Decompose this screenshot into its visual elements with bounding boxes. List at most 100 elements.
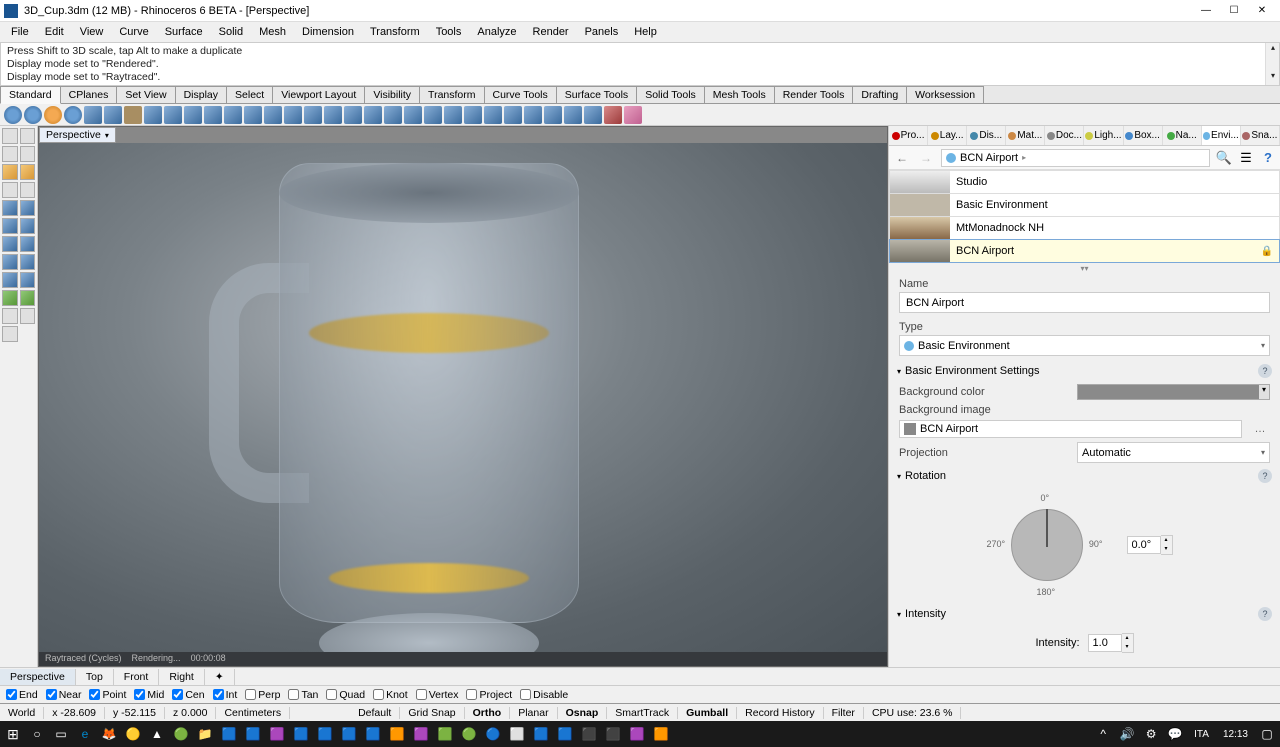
- status-units[interactable]: Centimeters: [216, 707, 290, 719]
- tool-icon[interactable]: [484, 106, 502, 124]
- tool-icon[interactable]: [104, 106, 122, 124]
- tool-icon[interactable]: [24, 106, 42, 124]
- viewport-label[interactable]: Perspective ▾: [39, 127, 116, 143]
- osnap-quad[interactable]: Quad: [326, 689, 365, 701]
- status-layer[interactable]: Default: [350, 707, 400, 719]
- tab-rendertools[interactable]: Render Tools: [774, 86, 854, 103]
- menu-mesh[interactable]: Mesh: [252, 24, 293, 40]
- tool-icon[interactable]: [244, 106, 262, 124]
- tool-icon[interactable]: [20, 128, 36, 144]
- tab-visibility[interactable]: Visibility: [364, 86, 420, 103]
- command-history[interactable]: Press Shift to 3D scale, tap Alt to make…: [0, 42, 1280, 86]
- tool-icon[interactable]: [44, 106, 62, 124]
- tray-icon[interactable]: 💬: [1164, 723, 1186, 745]
- tab-drafting[interactable]: Drafting: [852, 86, 907, 103]
- search-icon[interactable]: 🔍: [1216, 150, 1232, 166]
- viewport[interactable]: Perspective ▾ Raytraced (Cycles) Renderi…: [38, 126, 888, 667]
- rotation-spinner[interactable]: ▴▾: [1127, 535, 1173, 555]
- help-icon[interactable]: ?: [1258, 607, 1272, 621]
- tool-icon[interactable]: [564, 106, 582, 124]
- tool-icon[interactable]: [324, 106, 342, 124]
- tray-icon[interactable]: 🔊: [1116, 723, 1138, 745]
- tray-lang[interactable]: ITA: [1188, 729, 1215, 740]
- task-icon[interactable]: 🟪: [266, 723, 288, 745]
- tab-cplanes[interactable]: CPlanes: [60, 86, 118, 103]
- tool-icon[interactable]: [504, 106, 522, 124]
- tool-icon[interactable]: [284, 106, 302, 124]
- task-icon[interactable]: 🟢: [458, 723, 480, 745]
- menu-tools[interactable]: Tools: [429, 24, 469, 40]
- tool-icon[interactable]: [2, 218, 18, 234]
- toggle-gumball[interactable]: Gumball: [678, 707, 737, 719]
- rotation-dial[interactable]: 0° 90° 180° 270°: [997, 495, 1097, 595]
- tool-icon[interactable]: [204, 106, 222, 124]
- osnap-tan[interactable]: Tan: [288, 689, 318, 701]
- help-icon[interactable]: ?: [1258, 364, 1272, 378]
- task-icon[interactable]: e: [74, 723, 96, 745]
- spinner-buttons[interactable]: ▴▾: [1122, 633, 1134, 653]
- osnap-point[interactable]: Point: [89, 689, 126, 701]
- osnap-end[interactable]: End: [6, 689, 38, 701]
- panel-tab-lights[interactable]: Ligh...: [1084, 126, 1123, 145]
- tab-display[interactable]: Display: [175, 86, 227, 103]
- task-icon[interactable]: 🟩: [434, 723, 456, 745]
- menu-dimension[interactable]: Dimension: [295, 24, 361, 40]
- tray-notifications[interactable]: ▢: [1256, 723, 1278, 745]
- bgcolor-swatch[interactable]: ▾: [1077, 384, 1270, 400]
- panel-tab-boxedit[interactable]: Box...: [1124, 126, 1163, 145]
- tool-icon[interactable]: [20, 164, 36, 180]
- tool-icon[interactable]: [2, 290, 18, 306]
- menu-view[interactable]: View: [73, 24, 111, 40]
- tab-viewportlayout[interactable]: Viewport Layout: [272, 86, 365, 103]
- tool-icon[interactable]: [2, 236, 18, 252]
- toggle-osnap[interactable]: Osnap: [558, 707, 608, 719]
- menu-render[interactable]: Render: [526, 24, 576, 40]
- vptab-right[interactable]: Right: [159, 669, 205, 685]
- osnap-vertex[interactable]: Vertex: [416, 689, 459, 701]
- task-icon[interactable]: 🟦: [554, 723, 576, 745]
- menu-curve[interactable]: Curve: [112, 24, 155, 40]
- menu-solid[interactable]: Solid: [212, 24, 250, 40]
- osnap-knot[interactable]: Knot: [373, 689, 408, 701]
- tool-icon[interactable]: [20, 290, 36, 306]
- toggle-recordhistory[interactable]: Record History: [737, 707, 823, 719]
- intensity-spinner[interactable]: ▴▾: [1088, 633, 1134, 653]
- help-icon[interactable]: ?: [1258, 469, 1272, 483]
- osnap-disable[interactable]: Disable: [520, 689, 568, 701]
- tool-icon[interactable]: [20, 146, 36, 162]
- tool-icon[interactable]: [2, 326, 18, 342]
- vptab-front[interactable]: Front: [114, 669, 160, 685]
- menu-surface[interactable]: Surface: [158, 24, 210, 40]
- panel-tab-named[interactable]: Na...: [1163, 126, 1202, 145]
- tray-up-icon[interactable]: ^: [1092, 723, 1114, 745]
- tool-icon[interactable]: [2, 146, 18, 162]
- task-icon[interactable]: ▭: [50, 723, 72, 745]
- nav-forward-button[interactable]: →: [917, 149, 935, 167]
- tool-icon[interactable]: [464, 106, 482, 124]
- section-intensity[interactable]: ▾ Intensity ?: [889, 603, 1280, 625]
- section-basic-env-settings[interactable]: ▾ Basic Environment Settings ?: [889, 360, 1280, 382]
- task-icon[interactable]: 🟦: [338, 723, 360, 745]
- status-cplane[interactable]: World: [0, 707, 44, 719]
- environment-item-basic[interactable]: Basic Environment: [889, 193, 1280, 217]
- help-icon[interactable]: ?: [1260, 150, 1276, 166]
- panel-tab-layers[interactable]: Lay...: [928, 126, 967, 145]
- intensity-input[interactable]: [1088, 634, 1122, 652]
- panel-tab-snapshots[interactable]: Sna...: [1241, 126, 1280, 145]
- section-rotation[interactable]: ▾ Rotation ?: [889, 465, 1280, 487]
- panel-tab-display[interactable]: Dis...: [967, 126, 1006, 145]
- toggle-planar[interactable]: Planar: [510, 707, 557, 719]
- toggle-smarttrack[interactable]: SmartTrack: [607, 707, 678, 719]
- toggle-ortho[interactable]: Ortho: [465, 707, 511, 719]
- tool-icon[interactable]: [624, 106, 642, 124]
- tool-icon[interactable]: [444, 106, 462, 124]
- task-icon[interactable]: 🦊: [98, 723, 120, 745]
- rotation-input[interactable]: [1127, 536, 1161, 554]
- tool-icon[interactable]: [144, 106, 162, 124]
- tool-icon[interactable]: [20, 182, 36, 198]
- tool-icon[interactable]: [184, 106, 202, 124]
- panel-tab-materials[interactable]: Mat...: [1006, 126, 1045, 145]
- tab-meshtools[interactable]: Mesh Tools: [704, 86, 775, 103]
- tray-time[interactable]: 12:13: [1217, 729, 1254, 740]
- task-icon[interactable]: 🟡: [122, 723, 144, 745]
